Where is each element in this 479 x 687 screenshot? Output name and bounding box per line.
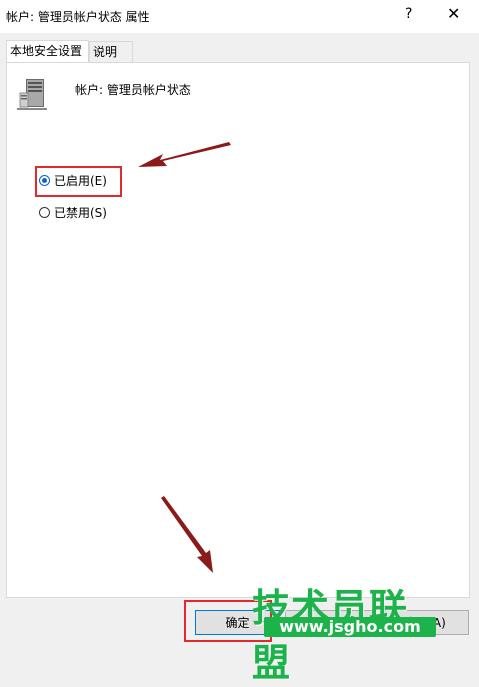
disabled-radio[interactable] [39, 206, 50, 218]
title-bar: 帐户: 管理员帐户状态 属性 ? ✕ [0, 0, 479, 33]
window-title: 帐户: 管理员帐户状态 属性 [6, 10, 150, 24]
close-button[interactable]: ✕ [447, 4, 460, 23]
help-button[interactable]: ? [405, 6, 412, 22]
enabled-highlight-box [35, 166, 122, 197]
tab-explain[interactable]: 说明 [89, 41, 133, 62]
policy-name: 帐户: 管理员帐户状态 [75, 83, 191, 97]
watermark: 技术员联盟 www.jsgho.com [252, 577, 438, 685]
server-icon [17, 79, 47, 110]
settings-panel [6, 62, 470, 598]
disabled-option[interactable]: 已禁用(S) [39, 203, 107, 221]
disabled-label: 已禁用(S) [54, 205, 107, 220]
watermark-url: www.jsgho.com [264, 617, 436, 637]
tab-local-security-setting[interactable]: 本地安全设置 [6, 40, 89, 63]
